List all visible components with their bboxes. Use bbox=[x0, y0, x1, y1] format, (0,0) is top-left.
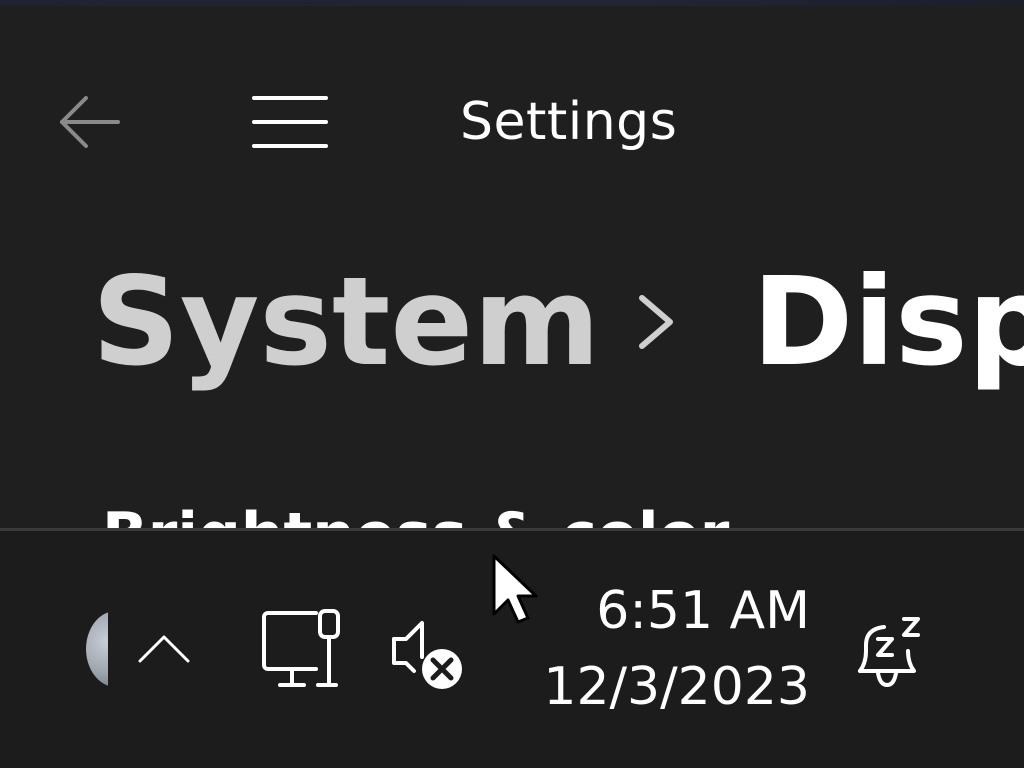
titlebar: Settings bbox=[0, 70, 1024, 180]
settings-window: Settings System Disp Brightness & color bbox=[0, 0, 1024, 528]
tray-app-icon[interactable] bbox=[86, 611, 108, 687]
chevron-up-icon bbox=[138, 635, 190, 663]
clock-date: 12/3/2023 bbox=[543, 657, 810, 717]
chevron-right-icon bbox=[639, 295, 673, 349]
back-button[interactable] bbox=[46, 78, 134, 166]
navigation-menu-button[interactable] bbox=[244, 80, 336, 164]
hamburger-menu-icon bbox=[252, 96, 328, 148]
network-tray-button[interactable] bbox=[258, 607, 350, 697]
page-title: Disp bbox=[752, 251, 1024, 393]
clock-button[interactable]: 6:51 AM 12/3/2023 bbox=[520, 575, 814, 725]
taskbar: 6:51 AM 12/3/2023 bbox=[0, 528, 1024, 768]
app-avatar-icon bbox=[86, 611, 108, 687]
notification-bell-snooze-icon bbox=[858, 617, 920, 688]
app-title: Settings bbox=[460, 92, 678, 152]
show-hidden-icons-button[interactable] bbox=[128, 617, 200, 681]
breadcrumb-system-link[interactable]: System bbox=[92, 252, 600, 392]
volume-tray-button[interactable] bbox=[388, 617, 472, 693]
notification-center-button[interactable] bbox=[850, 611, 930, 691]
back-arrow-icon bbox=[60, 96, 120, 148]
ethernet-network-icon bbox=[262, 609, 340, 687]
window-top-edge bbox=[0, 0, 1024, 6]
section-heading: Brightness & color bbox=[102, 505, 729, 528]
clock-time: 6:51 AM bbox=[596, 581, 810, 641]
volume-muted-icon bbox=[392, 621, 462, 689]
